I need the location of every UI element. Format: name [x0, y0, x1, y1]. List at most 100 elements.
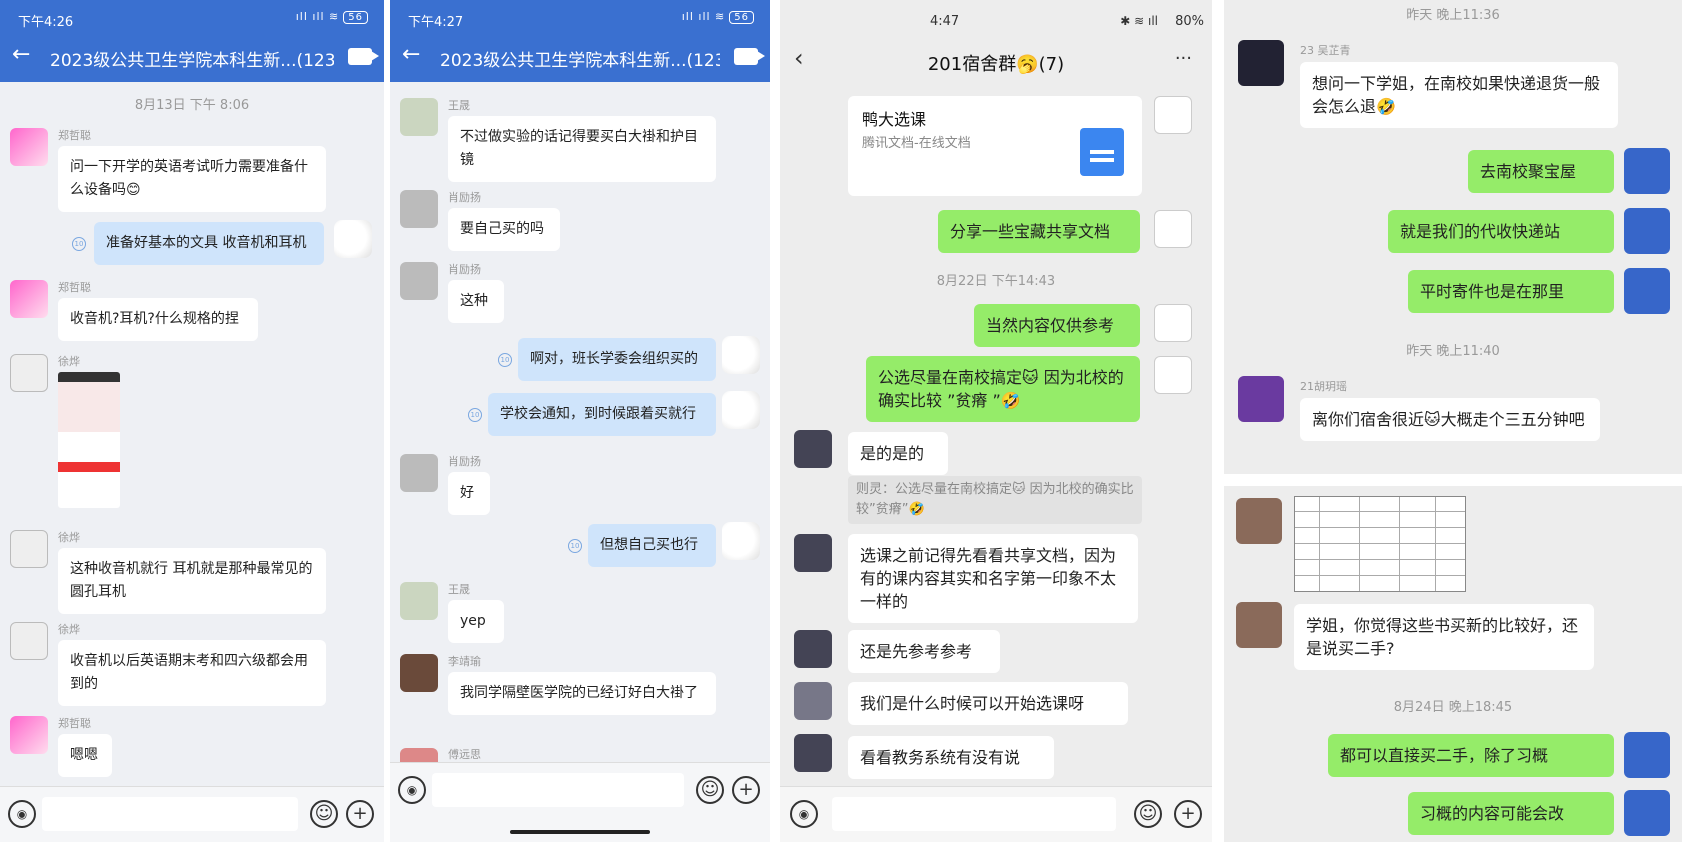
avatar[interactable]: [1238, 40, 1284, 86]
video-call-icon[interactable]: [734, 48, 765, 65]
voice-icon[interactable]: ◉: [8, 800, 36, 828]
avatar[interactable]: [794, 630, 832, 668]
avatar[interactable]: [794, 430, 832, 468]
message-bubble[interactable]: 平时寄件也是在那里: [1408, 270, 1614, 313]
sender-name: 王晟: [448, 99, 470, 112]
message-bubble[interactable]: 啊对，班长学委会组织买的: [518, 338, 716, 381]
back-arrow-icon[interactable]: ←: [402, 42, 420, 67]
avatar[interactable]: [334, 220, 372, 258]
message-bubble[interactable]: 分享一些宝藏共享文档: [938, 210, 1140, 253]
battery-icon: 56: [729, 11, 754, 24]
voice-icon[interactable]: ◉: [398, 776, 426, 804]
message-bubble[interactable]: 还是先参考参考: [848, 630, 1000, 673]
message-bubble[interactable]: 都可以直接买二手，除了习概: [1328, 734, 1614, 777]
message-bubble[interactable]: 选课之前记得先看看共享文档，因为有的课内容其实和名字第一印象不太一样的: [848, 534, 1138, 623]
avatar[interactable]: [1624, 148, 1670, 194]
product-image[interactable]: [58, 372, 120, 508]
avatar[interactable]: [794, 734, 832, 772]
avatar[interactable]: [794, 682, 832, 720]
video-call-icon[interactable]: [348, 48, 379, 65]
message-input[interactable]: [832, 797, 1116, 831]
avatar[interactable]: [1624, 790, 1670, 836]
signal-icon: ıll ıll ≋: [295, 10, 340, 23]
avatar[interactable]: [10, 716, 48, 754]
avatar[interactable]: [10, 530, 48, 568]
message-bubble[interactable]: 问一下开学的英语考试听力需要准备什么设备吗😊: [58, 146, 326, 212]
message-bubble[interactable]: 我同学隔壁医学院的已经订好白大褂了: [448, 672, 716, 715]
avatar[interactable]: [1624, 208, 1670, 254]
avatar[interactable]: [1236, 602, 1282, 648]
message-bubble[interactable]: 看看教务系统有没有说: [848, 736, 1054, 779]
book-list-image[interactable]: [1294, 496, 1466, 592]
message-bubble[interactable]: 是的是的: [848, 432, 948, 475]
avatar[interactable]: [400, 190, 438, 228]
read-count-icon: 10: [568, 539, 582, 553]
avatar[interactable]: [1624, 732, 1670, 778]
avatar[interactable]: [10, 280, 48, 318]
emoji-icon[interactable]: ☺: [696, 776, 724, 804]
message-bubble[interactable]: yep: [448, 600, 504, 643]
message-bubble[interactable]: 学校会通知，到时候跟着买就行: [488, 393, 716, 436]
message-bubble[interactable]: 学姐，你觉得这些书买新的比较好，还是说买二手?: [1294, 604, 1594, 670]
signal-icon: ıll ıll ≋: [681, 10, 726, 23]
emoji-icon[interactable]: ☺: [310, 800, 338, 828]
chat-title: 201宿舍群🥱(7): [927, 54, 1065, 75]
message-bubble[interactable]: 要自己买的吗: [448, 208, 560, 251]
avatar[interactable]: [722, 336, 760, 374]
message-bubble[interactable]: 习概的内容可能会改: [1408, 792, 1614, 835]
avatar[interactable]: [1154, 356, 1192, 394]
avatar[interactable]: [1154, 210, 1192, 248]
avatar[interactable]: [1236, 498, 1282, 544]
sender-name: 徐烨: [58, 531, 80, 544]
more-icon[interactable]: ···: [1175, 48, 1192, 69]
avatar[interactable]: [10, 622, 48, 660]
message-bubble[interactable]: 准备好基本的文具 收音机和耳机: [94, 222, 324, 265]
plus-icon[interactable]: +: [1174, 800, 1202, 828]
message-bubble[interactable]: 这种: [448, 280, 504, 323]
plus-icon[interactable]: +: [346, 800, 374, 828]
avatar[interactable]: [722, 522, 760, 560]
message-bubble[interactable]: 当然内容仅供参考: [974, 304, 1140, 347]
avatar[interactable]: [400, 654, 438, 692]
avatar[interactable]: [10, 354, 48, 392]
sender-name: 徐烨: [58, 623, 80, 636]
emoji-icon[interactable]: ☺: [1134, 800, 1162, 828]
message-bubble[interactable]: 去南校聚宝屋: [1468, 150, 1614, 193]
tencent-doc-icon: [1080, 128, 1124, 176]
avatar[interactable]: [1154, 96, 1192, 134]
back-arrow-icon[interactable]: ←: [12, 42, 30, 67]
timestamp: 昨天 晚上11:36: [1406, 8, 1500, 23]
message-bubble[interactable]: 好: [448, 472, 490, 515]
quoted-message[interactable]: 则灵：公选尽量在南校搞定🐱 因为北校的确实比较”贫瘠”🤣: [848, 476, 1142, 524]
avatar[interactable]: [794, 534, 832, 572]
message-bubble[interactable]: 我们是什么时候可以开始选课呀: [848, 682, 1128, 725]
message-bubble[interactable]: 收音机?耳机?什么规格的捏: [58, 298, 258, 341]
message-bubble[interactable]: 这种收音机就行 耳机就是那种最常见的圆孔耳机: [58, 548, 326, 614]
avatar[interactable]: [400, 454, 438, 492]
message-input[interactable]: [42, 797, 298, 831]
avatar[interactable]: [1154, 304, 1192, 342]
avatar[interactable]: [400, 262, 438, 300]
message-bubble[interactable]: 离你们宿舍很近🐱大概走个三五分钟吧: [1300, 398, 1600, 441]
message-bubble[interactable]: 不过做实验的话记得要买白大褂和护目镜: [448, 116, 716, 182]
battery-icon: 80%: [1175, 14, 1204, 29]
avatar[interactable]: [10, 128, 48, 166]
plus-icon[interactable]: +: [732, 776, 760, 804]
message-bubble[interactable]: 但想自己买也行: [588, 524, 716, 567]
message-bubble[interactable]: 公选尽量在南校搞定🐱 因为北校的确实比较 ”贫瘠 ”🤣: [866, 356, 1140, 422]
avatar[interactable]: [1238, 376, 1284, 422]
chat-panel-4: 昨天 晚上11:36 23 吴芷青 想问一下学姐，在南校如果快递退货一般会怎么退…: [1224, 0, 1682, 842]
avatar[interactable]: [1624, 268, 1670, 314]
message-bubble[interactable]: 想问一下学姐，在南校如果快递退货一般会怎么退🤣: [1300, 62, 1618, 128]
avatar[interactable]: [400, 582, 438, 620]
avatar[interactable]: [722, 391, 760, 429]
message-input[interactable]: [432, 773, 684, 807]
shared-doc-card[interactable]: 鸭大选课 腾讯文档-在线文档: [848, 96, 1142, 196]
voice-icon[interactable]: ◉: [790, 800, 818, 828]
message-bubble[interactable]: 就是我们的代收快递站: [1388, 210, 1614, 253]
avatar[interactable]: [400, 98, 438, 136]
sender-name: 郑哲聪: [58, 717, 91, 730]
message-bubble[interactable]: 嗯嗯: [58, 734, 112, 777]
message-bubble[interactable]: 收音机以后英语期末考和四六级都会用到的: [58, 640, 326, 706]
sender-name: 李靖瑜: [448, 655, 481, 668]
